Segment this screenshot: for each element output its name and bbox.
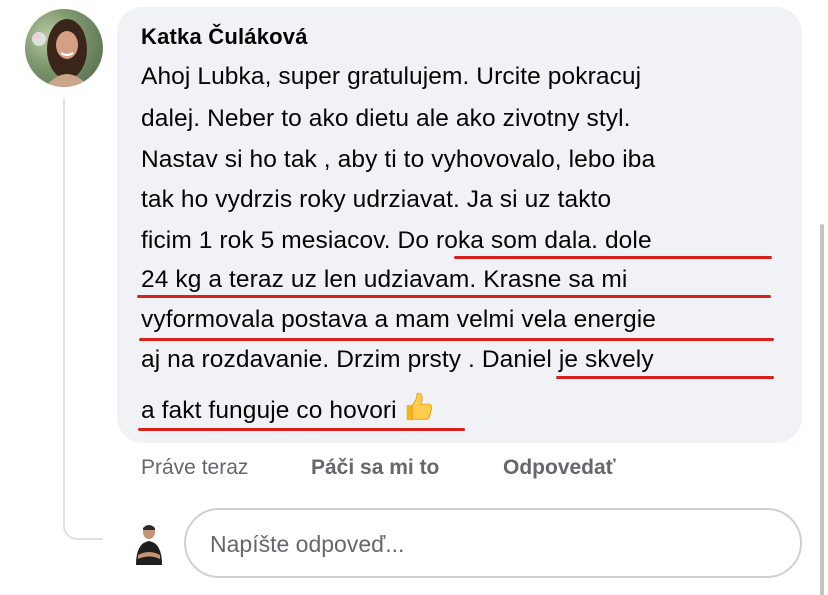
user-photo-icon — [136, 525, 162, 565]
author-name[interactable]: Katka Čuláková — [141, 24, 308, 50]
author-photo-icon — [32, 19, 89, 87]
comment-text-line: 24 kg a teraz uz len udziavam. Krasne sa… — [141, 266, 628, 293]
highlight-underline — [137, 295, 771, 298]
comment-text-line: aj na rozdavanie. Drzim prsty . Daniel j… — [141, 346, 654, 373]
current-user-avatar[interactable] — [133, 521, 165, 567]
highlight-underline — [556, 376, 774, 379]
comment-thread: Katka Čuláková Ahoj Lubka, super gratulu… — [0, 0, 828, 595]
thread-connector — [63, 98, 103, 540]
comment-text-line: tak ho vydrzis roky udrziavat. Ja si uz … — [141, 186, 612, 213]
comment-text-segment: a fakt funguje co hovori — [141, 397, 397, 424]
comment-text-line: Nastav si ho tak , aby ti to vyhovovalo,… — [141, 146, 656, 173]
highlight-underline — [139, 338, 774, 341]
reply-placeholder: Napíšte odpoveď... — [210, 531, 405, 557]
comment-text-line-last: a fakt funguje co hovori — [141, 390, 435, 425]
highlight-underline — [138, 428, 465, 431]
comment-timestamp[interactable]: Práve teraz — [141, 456, 248, 480]
reply-input[interactable]: Napíšte odpoveď... — [184, 508, 802, 578]
scrollbar[interactable] — [820, 224, 824, 595]
thumbs-up-icon — [406, 392, 432, 421]
reply-button[interactable]: Odpovedať — [503, 456, 616, 480]
like-button[interactable]: Páči sa mi to — [311, 456, 439, 480]
comment-text-line: ficim 1 rok 5 mesiacov. Do roka som dala… — [141, 227, 652, 254]
comment-text-line: dalej. Neber to ako dietu ale ako zivotn… — [141, 105, 631, 132]
comment-text-line: Ahoj Lubka, super gratulujem. Urcite pok… — [141, 63, 642, 90]
highlight-underline — [454, 256, 772, 259]
comment-text-line: vyformovala postava a mam velmi vela ene… — [141, 306, 657, 333]
author-avatar[interactable] — [25, 9, 103, 87]
